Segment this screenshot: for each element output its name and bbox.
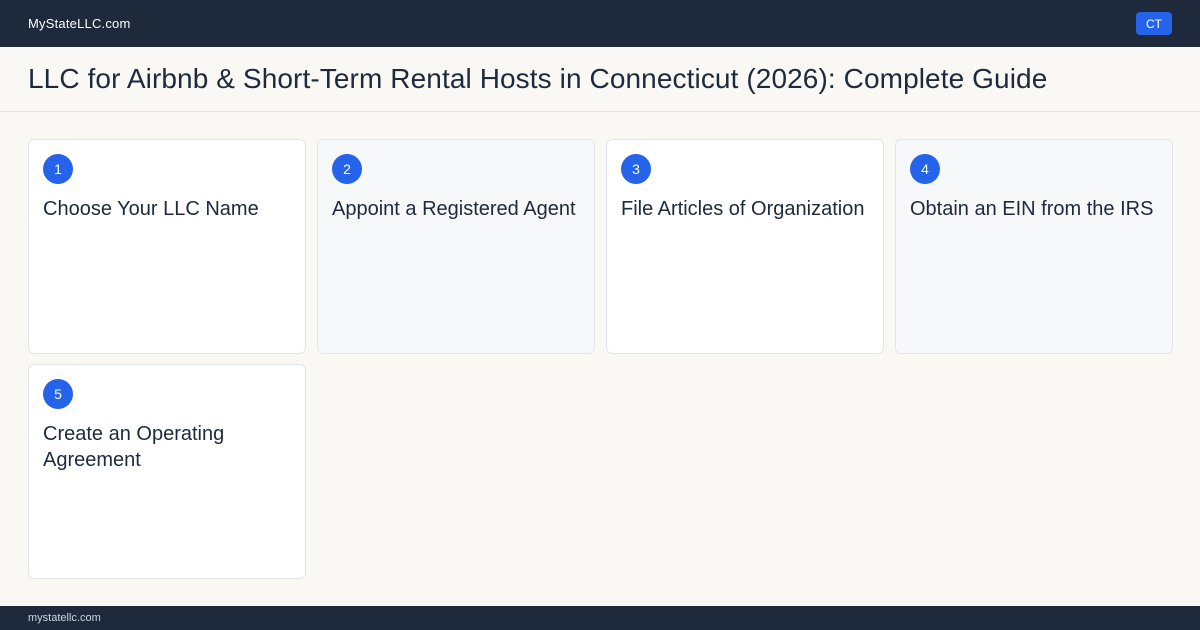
footer-domain[interactable]: mystatellc.com: [28, 612, 101, 624]
site-brand[interactable]: MyStateLLC.com: [28, 16, 131, 31]
step-number-badge: 2: [332, 154, 362, 184]
step-title: Choose Your LLC Name: [43, 198, 259, 220]
state-badge: CT: [1136, 12, 1172, 35]
step-number-badge: 5: [43, 379, 73, 409]
steps-grid: 1 Choose Your LLC Name 2 Appoint a Regis…: [28, 139, 1173, 579]
footer-bar: mystatellc.com: [0, 606, 1200, 630]
step-number-badge: 3: [621, 154, 651, 184]
step-title: Appoint a Registered Agent: [332, 198, 576, 220]
step-title: Obtain an EIN from the IRS: [910, 198, 1154, 220]
top-nav-bar: MyStateLLC.com CT: [0, 0, 1200, 47]
title-section: LLC for Airbnb & Short-Term Rental Hosts…: [0, 47, 1200, 112]
step-card-2: 2 Appoint a Registered Agent: [317, 139, 595, 354]
step-number-badge: 4: [910, 154, 940, 184]
step-title: File Articles of Organization: [621, 198, 865, 220]
step-title: Create an Operating Agreement: [43, 423, 225, 471]
step-card-4: 4 Obtain an EIN from the IRS: [895, 139, 1173, 354]
step-card-5: 5 Create an Operating Agreement: [28, 364, 306, 579]
step-card-1: 1 Choose Your LLC Name: [28, 139, 306, 354]
step-card-3: 3 File Articles of Organization: [606, 139, 884, 354]
step-number-badge: 1: [43, 154, 73, 184]
page-title: LLC for Airbnb & Short-Term Rental Hosts…: [28, 63, 1048, 94]
